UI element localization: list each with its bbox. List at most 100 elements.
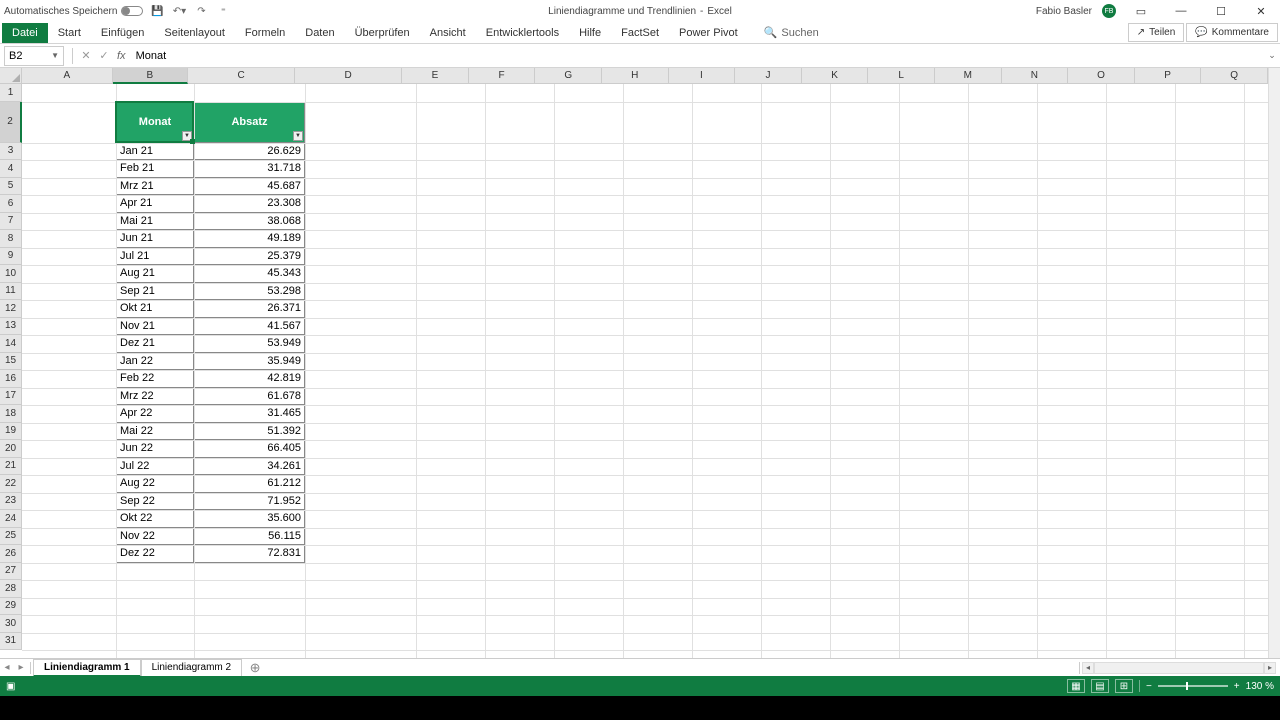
maximize-icon[interactable]: ☐: [1206, 1, 1236, 21]
table-cell-month[interactable]: Mai 21: [116, 213, 194, 231]
row-header-5[interactable]: 5: [0, 178, 22, 196]
ribbon-search[interactable]: 🔍 Suchen: [764, 26, 819, 39]
row-header-8[interactable]: 8: [0, 230, 22, 248]
col-header-C[interactable]: C: [188, 68, 295, 84]
row-header-22[interactable]: 22: [0, 475, 22, 493]
save-icon[interactable]: 💾: [149, 3, 165, 19]
table-cell-value[interactable]: 26.629: [194, 143, 305, 161]
close-icon[interactable]: ✕: [1246, 1, 1276, 21]
row-header-25[interactable]: 25: [0, 528, 22, 546]
fx-icon[interactable]: fx: [117, 50, 126, 62]
row-header-6[interactable]: 6: [0, 195, 22, 213]
table-cell-value[interactable]: 53.949: [194, 335, 305, 353]
accept-formula-icon[interactable]: ✓: [95, 49, 113, 62]
user-avatar[interactable]: FB: [1102, 4, 1116, 18]
table-cell-month[interactable]: Sep 22: [116, 493, 194, 511]
table-cell-value[interactable]: 61.212: [194, 475, 305, 493]
row-header-21[interactable]: 21: [0, 458, 22, 476]
row-header-3[interactable]: 3: [0, 143, 22, 161]
table-cell-month[interactable]: Apr 22: [116, 405, 194, 423]
table-cell-value[interactable]: 35.600: [194, 510, 305, 528]
cells-area[interactable]: Monat▼Absatz▼Jan 2126.629Feb 2131.718Mrz…: [22, 84, 1268, 658]
row-header-13[interactable]: 13: [0, 318, 22, 336]
row-header-4[interactable]: 4: [0, 160, 22, 178]
view-pagebreak-icon[interactable]: ⊞: [1115, 679, 1133, 693]
ribbon-tab-einfügen[interactable]: Einfügen: [91, 23, 154, 43]
view-pagelayout-icon[interactable]: ▤: [1091, 679, 1109, 693]
select-all-corner[interactable]: [0, 68, 22, 84]
hscroll-track[interactable]: [1094, 662, 1264, 674]
table-cell-month[interactable]: Mrz 22: [116, 388, 194, 406]
table-cell-value[interactable]: 42.819: [194, 370, 305, 388]
table-cell-value[interactable]: 31.465: [194, 405, 305, 423]
ribbon-display-icon[interactable]: ▭: [1126, 1, 1156, 21]
macro-record-icon[interactable]: ▣: [6, 681, 15, 692]
undo-icon[interactable]: ↶▾: [171, 3, 187, 19]
table-cell-month[interactable]: Sep 21: [116, 283, 194, 301]
table-cell-value[interactable]: 71.952: [194, 493, 305, 511]
table-cell-month[interactable]: Dez 22: [116, 545, 194, 563]
col-header-G[interactable]: G: [535, 68, 602, 84]
table-cell-value[interactable]: 49.189: [194, 230, 305, 248]
cancel-formula-icon[interactable]: ✕: [77, 49, 95, 62]
comments-button[interactable]: 💬 Kommentare: [1186, 23, 1278, 42]
col-header-E[interactable]: E: [402, 68, 469, 84]
redo-icon[interactable]: ↷: [193, 3, 209, 19]
col-header-B[interactable]: B: [113, 68, 188, 84]
col-header-Q[interactable]: Q: [1201, 68, 1268, 84]
col-header-H[interactable]: H: [602, 68, 669, 84]
table-cell-month[interactable]: Apr 21: [116, 195, 194, 213]
hscroll-right-icon[interactable]: ▸: [1264, 662, 1276, 674]
ribbon-tab-start[interactable]: Start: [48, 23, 91, 43]
filter-dropdown-icon[interactable]: ▼: [293, 131, 303, 141]
ribbon-tab-überprüfen[interactable]: Überprüfen: [345, 23, 420, 43]
table-cell-month[interactable]: Jan 21: [116, 143, 194, 161]
table-cell-value[interactable]: 56.115: [194, 528, 305, 546]
row-header-15[interactable]: 15: [0, 353, 22, 371]
table-cell-month[interactable]: Nov 22: [116, 528, 194, 546]
formula-input[interactable]: Monat: [130, 50, 1264, 62]
sheet-nav-next-icon[interactable]: ▸: [14, 662, 28, 673]
table-cell-value[interactable]: 45.343: [194, 265, 305, 283]
table-cell-value[interactable]: 41.567: [194, 318, 305, 336]
hscroll-left-icon[interactable]: ◂: [1082, 662, 1094, 674]
zoom-thumb[interactable]: [1186, 682, 1188, 690]
row-header-30[interactable]: 30: [0, 615, 22, 633]
ribbon-tab-daten[interactable]: Daten: [295, 23, 344, 43]
zoom-in-icon[interactable]: +: [1234, 681, 1240, 692]
table-cell-month[interactable]: Mrz 21: [116, 178, 194, 196]
col-header-I[interactable]: I: [669, 68, 736, 84]
table-cell-value[interactable]: 31.718: [194, 160, 305, 178]
row-header-10[interactable]: 10: [0, 265, 22, 283]
row-header-18[interactable]: 18: [0, 405, 22, 423]
table-cell-month[interactable]: Aug 21: [116, 265, 194, 283]
row-header-11[interactable]: 11: [0, 283, 22, 301]
name-box-dropdown-icon[interactable]: ▼: [51, 51, 59, 60]
ribbon-tab-factset[interactable]: FactSet: [611, 23, 669, 43]
table-cell-month[interactable]: Jul 21: [116, 248, 194, 266]
toggle-switch[interactable]: [121, 6, 143, 16]
table-cell-value[interactable]: 23.308: [194, 195, 305, 213]
row-header-12[interactable]: 12: [0, 300, 22, 318]
table-cell-month[interactable]: Jun 22: [116, 440, 194, 458]
row-header-19[interactable]: 19: [0, 423, 22, 441]
ribbon-tab-entwicklertools[interactable]: Entwicklertools: [476, 23, 569, 43]
table-cell-value[interactable]: 38.068: [194, 213, 305, 231]
table-cell-value[interactable]: 53.298: [194, 283, 305, 301]
row-header-23[interactable]: 23: [0, 493, 22, 511]
row-header-17[interactable]: 17: [0, 388, 22, 406]
table-cell-month[interactable]: Jul 22: [116, 458, 194, 476]
col-header-P[interactable]: P: [1135, 68, 1202, 84]
zoom-value[interactable]: 130 %: [1246, 681, 1274, 692]
qat-customize-icon[interactable]: ⁼: [215, 3, 231, 19]
table-header-monat[interactable]: Monat▼: [116, 102, 194, 143]
table-cell-value[interactable]: 25.379: [194, 248, 305, 266]
table-header-absatz[interactable]: Absatz▼: [194, 102, 305, 143]
col-header-J[interactable]: J: [735, 68, 802, 84]
minimize-icon[interactable]: —: [1166, 1, 1196, 21]
table-cell-month[interactable]: Dez 21: [116, 335, 194, 353]
name-box[interactable]: B2 ▼: [4, 46, 64, 66]
table-cell-value[interactable]: 26.371: [194, 300, 305, 318]
row-header-16[interactable]: 16: [0, 370, 22, 388]
col-header-D[interactable]: D: [295, 68, 402, 84]
